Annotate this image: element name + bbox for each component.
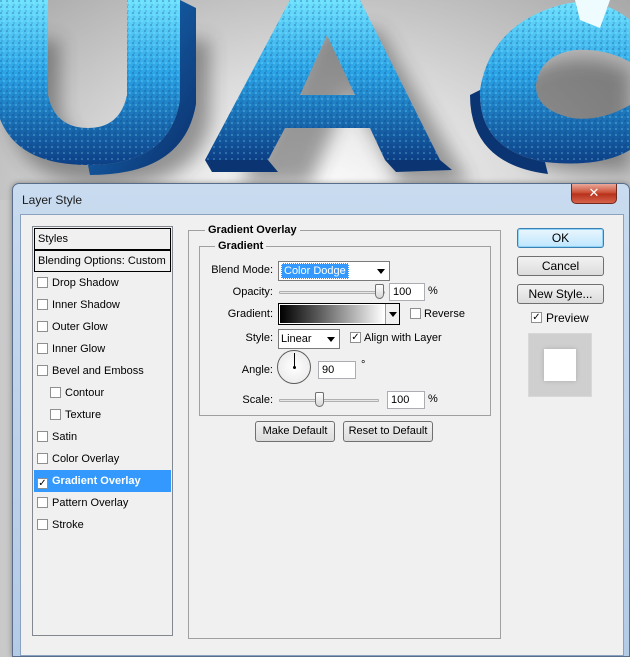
align-with-layer-label: Align with Layer (364, 332, 442, 344)
dialog-title: Layer Style (22, 193, 83, 207)
styles-list-panel: Styles Blending Options: Custom Drop Sha… (32, 226, 173, 636)
style-item-label: Inner Shadow (52, 299, 120, 311)
style-item-checkbox[interactable] (37, 497, 48, 508)
style-item-stroke[interactable]: Stroke (34, 514, 171, 536)
uac-text-artwork (0, 0, 630, 185)
style-item-checkbox[interactable] (37, 431, 48, 442)
opacity-unit: % (428, 285, 438, 297)
chevron-down-icon (389, 312, 397, 317)
scale-label: Scale: (242, 394, 273, 406)
opacity-input[interactable]: 100 (389, 283, 425, 301)
style-item-label: Pattern Overlay (52, 497, 129, 509)
style-item-inner-shadow[interactable]: Inner Shadow (34, 294, 171, 316)
style-item-label: Stroke (52, 519, 84, 531)
style-item-checkbox[interactable] (37, 343, 48, 354)
style-item-outer-glow[interactable]: Outer Glow (34, 316, 171, 338)
preview-swatch (544, 349, 576, 381)
reverse-checkbox[interactable] (410, 308, 421, 319)
preview-label: Preview (546, 311, 589, 325)
style-item-drop-shadow[interactable]: Drop Shadow (34, 272, 171, 294)
style-item-label: Satin (52, 431, 78, 443)
align-with-layer-checkbox[interactable]: ✓ (350, 332, 361, 343)
angle-input[interactable]: 90 (318, 361, 356, 379)
dialog-client-area: Styles Blending Options: Custom Drop Sha… (20, 214, 624, 656)
scale-unit: % (428, 393, 438, 405)
style-value: Linear (281, 333, 312, 345)
close-button[interactable]: ✕ (571, 184, 617, 204)
style-item-label: Bevel and Emboss (52, 365, 144, 377)
gradient-picker[interactable] (278, 303, 400, 325)
style-item-satin[interactable]: Satin (34, 426, 171, 448)
styles-header-item[interactable]: Styles (34, 228, 171, 250)
opacity-label: Opacity: (232, 286, 273, 298)
style-item-checkbox[interactable] (37, 453, 48, 464)
style-item-label: Outer Glow (52, 321, 108, 333)
angle-dial[interactable] (277, 350, 311, 384)
style-item-label: Gradient Overlay (52, 475, 141, 487)
chevron-down-icon (327, 337, 335, 342)
scale-slider-track[interactable] (279, 399, 379, 402)
style-item-checkbox[interactable] (50, 387, 61, 398)
style-item-label: Contour (65, 387, 105, 399)
style-item-bevel-and-emboss[interactable]: Bevel and Emboss (34, 360, 171, 382)
preview-thumbnail (528, 333, 592, 397)
angle-unit: ° (361, 359, 366, 371)
new-style-button[interactable]: New Style... (517, 284, 604, 304)
style-item-inner-glow[interactable]: Inner Glow (34, 338, 171, 360)
dialog-titlebar[interactable]: Layer Style ✕ (13, 184, 629, 214)
style-item-label: Drop Shadow (52, 277, 119, 289)
style-item-checkbox[interactable]: ✓ (37, 478, 48, 489)
opacity-slider-track[interactable] (279, 291, 385, 294)
chevron-down-icon (377, 269, 385, 274)
blending-options-item[interactable]: Blending Options: Custom (34, 250, 171, 272)
blend-mode-label: Blend Mode: (211, 264, 273, 276)
gradient-overlay-title: Gradient Overlay (205, 224, 300, 236)
make-default-button[interactable]: Make Default (255, 421, 335, 442)
style-item-checkbox[interactable] (37, 321, 48, 332)
blend-mode-select[interactable]: Color Dodge (278, 261, 390, 281)
scale-slider-thumb[interactable] (315, 392, 324, 407)
style-item-label: Inner Glow (52, 343, 106, 355)
layer-style-dialog: Layer Style ✕ Styles Blending Options: C… (12, 183, 630, 657)
style-item-checkbox[interactable] (50, 409, 61, 420)
style-item-texture[interactable]: Texture (34, 404, 171, 426)
canvas-artwork (0, 0, 630, 200)
blend-mode-value: Color Dodge (281, 263, 349, 279)
style-item-label: Texture (65, 409, 102, 421)
style-item-pattern-overlay[interactable]: Pattern Overlay (34, 492, 171, 514)
scale-input[interactable]: 100 (387, 391, 425, 409)
ok-button[interactable]: OK (517, 228, 604, 248)
gradient-label: Gradient: (227, 308, 273, 320)
opacity-slider-thumb[interactable] (375, 284, 384, 299)
angle-label: Angle: (241, 364, 273, 376)
style-select[interactable]: Linear (278, 329, 340, 349)
style-item-label: Color Overlay (52, 453, 120, 465)
style-item-gradient-overlay[interactable]: ✓ Gradient Overlay (34, 470, 171, 492)
reverse-label: Reverse (424, 308, 465, 320)
angle-dial-center (293, 366, 296, 369)
gradient-dropdown-button[interactable] (385, 304, 399, 324)
cancel-button[interactable]: Cancel (517, 256, 604, 276)
style-item-color-overlay[interactable]: Color Overlay (34, 448, 171, 470)
style-item-checkbox[interactable] (37, 277, 48, 288)
style-item-contour[interactable]: Contour (34, 382, 171, 404)
preview-checkbox[interactable]: ✓ (531, 312, 542, 323)
reset-to-default-button[interactable]: Reset to Default (343, 421, 433, 442)
style-item-checkbox[interactable] (37, 299, 48, 310)
gradient-preview-swatch[interactable] (280, 305, 384, 323)
gradient-subgroup-title: Gradient (215, 240, 267, 252)
style-item-checkbox[interactable] (37, 519, 48, 530)
style-label: Style: (245, 332, 273, 344)
style-item-checkbox[interactable] (37, 365, 48, 376)
